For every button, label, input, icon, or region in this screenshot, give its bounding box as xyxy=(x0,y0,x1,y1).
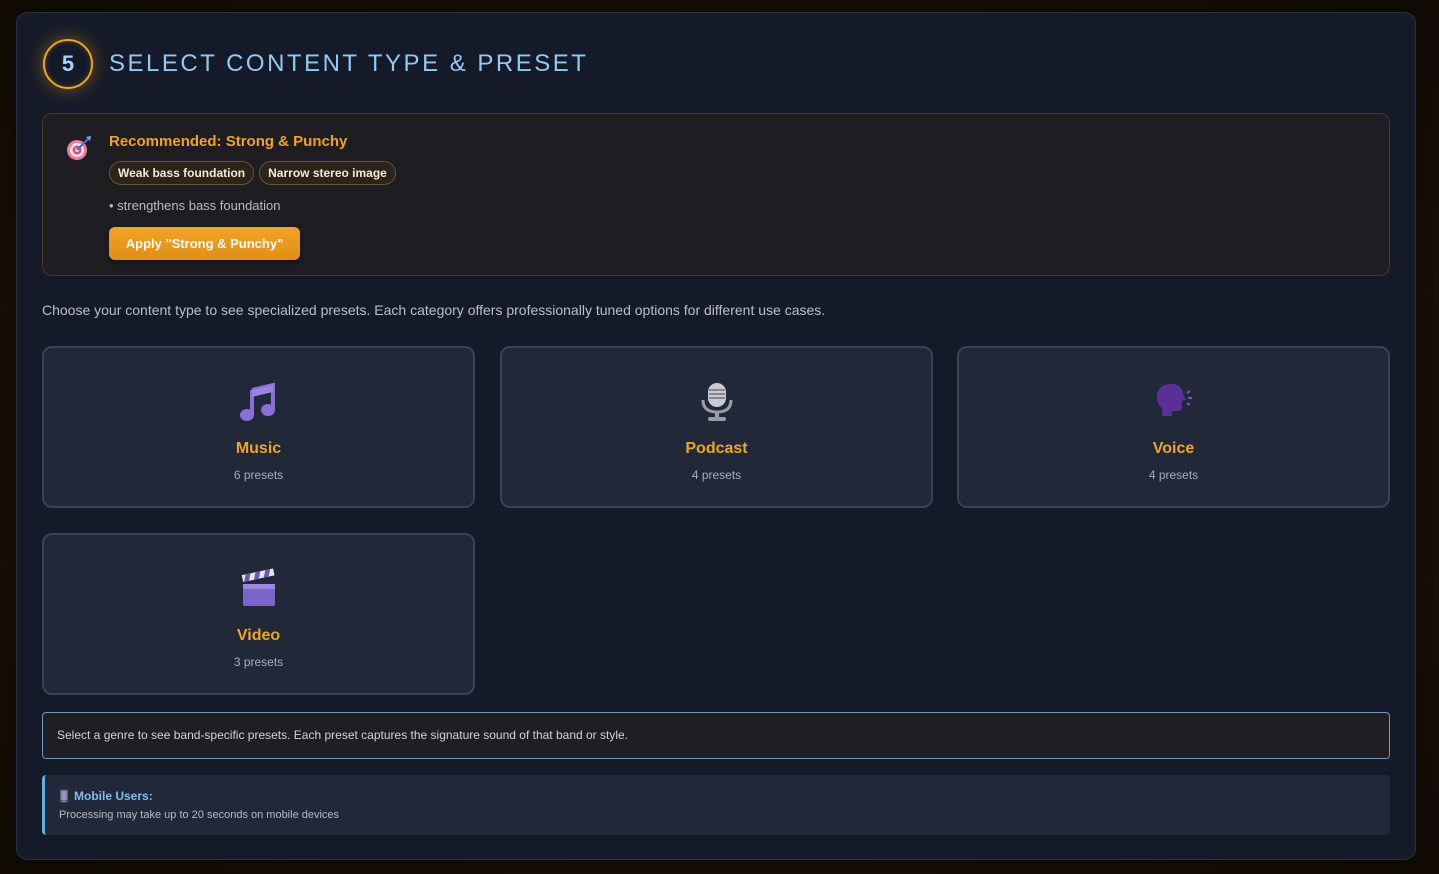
mobile-phone-icon xyxy=(60,789,68,803)
issue-tags: Weak bass foundation Narrow stereo image xyxy=(109,161,396,185)
issue-tag: Narrow stereo image xyxy=(259,161,396,185)
preset-count: 4 presets xyxy=(691,468,742,482)
intro-text: Choose your content type to see speciali… xyxy=(42,302,826,318)
preset-count: 6 presets xyxy=(233,468,284,482)
section-title: SELECT CONTENT TYPE & PRESET xyxy=(109,50,589,77)
content-type-name: Podcast xyxy=(685,440,748,457)
recommendation-note: • strengthens bass foundation xyxy=(109,198,281,213)
content-type-card-video[interactable]: Video 3 presets xyxy=(42,533,475,695)
target-icon xyxy=(67,136,91,160)
content-type-panel: 5 SELECT CONTENT TYPE & PRESET Recommend… xyxy=(16,12,1416,860)
step-number-badge: 5 xyxy=(43,39,93,89)
issue-tag: Weak bass foundation xyxy=(109,161,255,185)
recommendation-box: Recommended: Strong & Punchy Weak bass f… xyxy=(42,113,1390,276)
content-type-card-podcast[interactable]: Podcast 4 presets xyxy=(500,346,933,508)
preset-count: 3 presets xyxy=(233,655,284,669)
content-type-card-voice[interactable]: Voice 4 presets xyxy=(957,346,1390,508)
content-type-card-music[interactable]: Music 6 presets xyxy=(42,346,475,508)
mobile-notice-text: Processing may take up to 20 seconds on … xyxy=(59,809,340,821)
microphone-icon xyxy=(701,383,732,421)
content-type-name: Video xyxy=(236,627,281,644)
recommendation-title: Recommended: Strong & Punchy xyxy=(109,133,348,150)
content-type-name: Voice xyxy=(1152,440,1195,457)
section-header: 5 SELECT CONTENT TYPE & PRESET xyxy=(43,39,588,89)
genre-hint-box: Select a genre to see band-specific pres… xyxy=(42,712,1390,759)
mobile-notice: Mobile Users: Processing may take up to … xyxy=(42,775,1390,835)
preset-count: 4 presets xyxy=(1148,468,1199,482)
apply-preset-button[interactable]: Apply "Strong & Punchy" xyxy=(109,227,300,260)
clapperboard-icon xyxy=(241,568,275,606)
content-type-name: Music xyxy=(235,440,282,457)
music-note-icon xyxy=(239,382,275,421)
mobile-notice-title: Mobile Users: xyxy=(74,789,153,803)
mobile-notice-title-row: Mobile Users: xyxy=(59,789,153,803)
speaking-head-icon xyxy=(1156,384,1192,416)
